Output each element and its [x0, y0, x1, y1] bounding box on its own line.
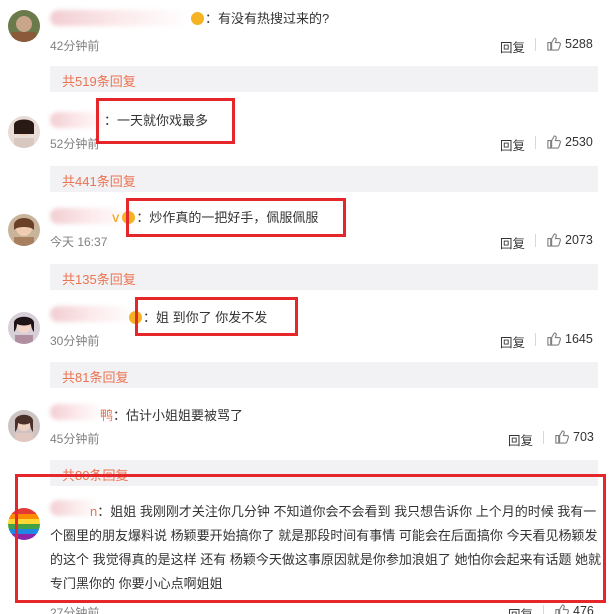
like-button[interactable]: 1645 [546, 331, 593, 346]
username-suffix[interactable]: 鸭 [100, 408, 113, 423]
avatar[interactable] [8, 10, 40, 42]
divider [535, 38, 536, 51]
like-thumb-icon [555, 604, 569, 614]
like-thumb-icon [547, 233, 561, 247]
reply-button[interactable]: 回复 [500, 332, 525, 351]
replies-link[interactable]: 共519条回复 [62, 71, 136, 90]
like-button[interactable]: 5288 [546, 36, 593, 51]
view-replies-bar[interactable]: 共80条回复 [50, 460, 598, 486]
like-thumb-icon [547, 135, 561, 149]
username-blurred[interactable] [50, 112, 110, 128]
divider [543, 605, 544, 614]
username-blurred[interactable] [50, 10, 190, 26]
comment-time: 52分钟前 [50, 137, 100, 151]
verified-badge-icon: V [112, 213, 120, 225]
divider [543, 431, 544, 444]
divider [535, 333, 536, 346]
like-thumb-icon [555, 430, 569, 444]
comment-time: 今天 16:37 [50, 235, 108, 249]
comment-text: n：姐姐 我刚刚才关注你几分钟 不知道你会不会看到 我只想告诉你 上个月的时候 … [50, 504, 602, 591]
comment-text: V ：炒作真的一把好手，佩服佩服 [112, 209, 318, 228]
divider [535, 136, 536, 149]
emoji-icon [191, 12, 204, 25]
replies-link[interactable]: 共80条回复 [62, 465, 128, 484]
emoji-icon [129, 311, 142, 324]
like-button[interactable]: 703 [554, 429, 594, 444]
replies-link[interactable]: 共81条回复 [62, 367, 128, 386]
comment-time: 45分钟前 [50, 432, 100, 446]
replies-link[interactable]: 共441条回复 [62, 171, 136, 190]
like-thumb-icon [547, 332, 561, 346]
replies-link[interactable]: 共135条回复 [62, 269, 136, 288]
view-replies-bar[interactable]: 共519条回复 [50, 66, 598, 92]
view-replies-bar[interactable]: 共81条回复 [50, 362, 598, 388]
username-blurred[interactable] [50, 306, 135, 322]
avatar[interactable] [8, 312, 40, 344]
comment-text: 鸭：估计小姐姐要被骂了 [100, 408, 244, 423]
avatar[interactable] [8, 508, 40, 540]
comment-time: 27分钟前 [50, 606, 100, 614]
comment-text: ：有没有热搜过来的? [190, 10, 329, 27]
reply-button[interactable]: 回复 [508, 430, 533, 449]
reply-button[interactable]: 回复 [500, 233, 525, 252]
like-button[interactable]: 2073 [546, 232, 593, 247]
emoji-icon [122, 211, 136, 224]
view-replies-bar[interactable]: 共441条回复 [50, 166, 598, 192]
avatar[interactable] [8, 410, 40, 442]
avatar[interactable] [8, 214, 40, 246]
reply-button[interactable]: 回复 [500, 135, 525, 154]
like-button[interactable]: 2530 [546, 134, 593, 149]
comment-text: ：姐 到你了 你发不发 [128, 309, 267, 326]
avatar[interactable] [8, 116, 40, 148]
like-thumb-icon [547, 37, 561, 51]
reply-button[interactable]: 回复 [508, 604, 533, 614]
comment-time: 30分钟前 [50, 334, 100, 348]
view-replies-bar[interactable]: 共135条回复 [50, 264, 598, 290]
like-button[interactable]: 476 [554, 603, 594, 614]
reply-button[interactable]: 回复 [500, 37, 525, 56]
divider [535, 234, 536, 247]
username-blurred[interactable] [50, 404, 105, 420]
comment-time: 42分钟前 [50, 39, 100, 53]
comment-text: ：一天就你戏最多 [104, 113, 209, 128]
